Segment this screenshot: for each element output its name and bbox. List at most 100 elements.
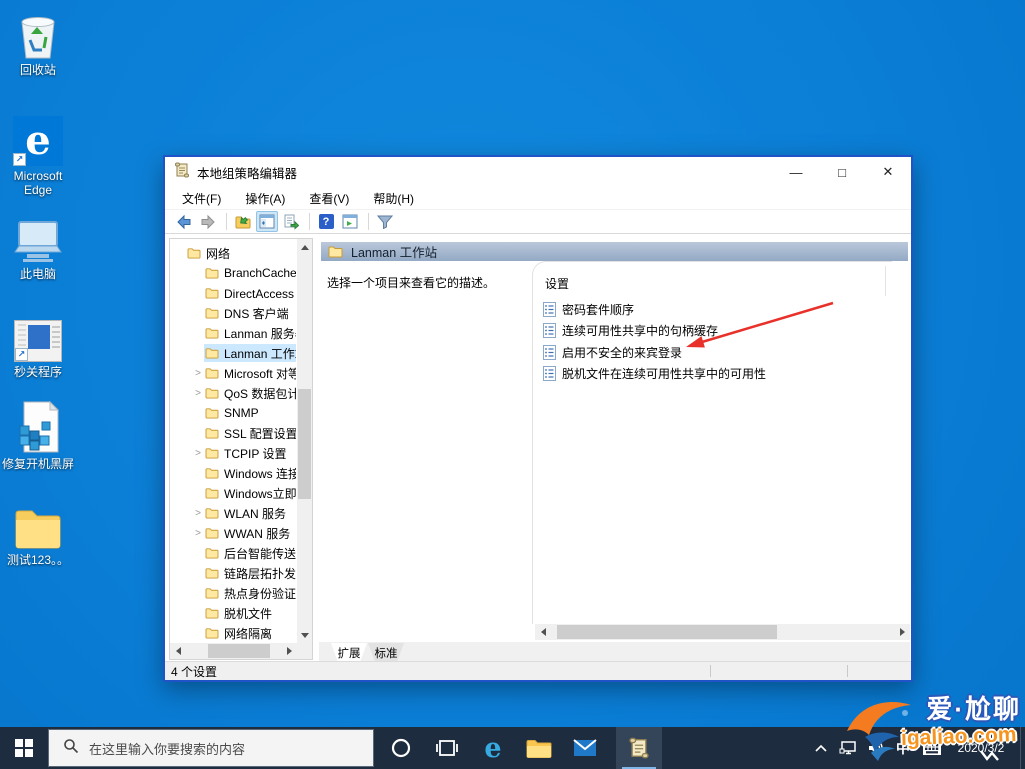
setting-item[interactable]: 脱机文件在连续可用性共享中的可用性 [543,364,766,384]
tree-item-label: Lanman 服务器 [224,325,296,342]
tree-item[interactable]: Lanman 服务器 [170,323,296,343]
title-bar[interactable]: 本地组策略编辑器 — □ ✕ [165,157,911,187]
ime-indicator[interactable]: 中 [890,727,916,769]
menu-file[interactable]: 文件(F) [179,188,224,209]
scroll-thumb[interactable] [298,389,311,499]
scroll-thumb[interactable] [208,644,270,658]
maximize-button[interactable]: □ [819,157,865,187]
menu-help[interactable]: 帮助(H) [370,188,417,209]
mail-button[interactable] [562,727,608,769]
speaker-icon[interactable] [862,727,890,769]
action-pane-icon[interactable] [339,211,361,232]
tree-item[interactable]: >WLAN 服务 [170,503,296,523]
tree-item[interactable]: 热点身份验证 [170,583,296,603]
tree-item[interactable]: >QoS 数据包计划程序 [170,383,296,403]
tree-item-label: Windows 连接管理器 [224,465,296,482]
cortana-button[interactable] [378,727,424,769]
chevron-right-icon[interactable]: > [192,508,204,519]
back-icon[interactable] [173,211,195,232]
tree-item[interactable]: Windows立即连接 [170,483,296,503]
tab-standard[interactable]: 标准 [368,643,404,662]
minimize-button[interactable]: — [773,157,819,187]
menu-view[interactable]: 查看(V) [306,188,352,209]
touch-keyboard-icon[interactable] [916,727,948,769]
results-horizontal-scrollbar[interactable] [535,624,910,640]
folder-icon [205,267,219,279]
network-icon[interactable] [834,727,862,769]
chevron-right-icon[interactable]: > [192,448,204,459]
edge-icon: e ↗ [0,112,81,166]
show-desktop-button[interactable] [1020,727,1025,769]
file-explorer-button[interactable] [516,727,562,769]
file-explorer-icon [526,738,552,759]
tree-item-label: 脱机文件 [224,605,272,622]
setting-item[interactable]: 连续可用性共享中的句柄缓存 [543,321,718,341]
registry-file-icon [0,402,81,454]
forward-icon[interactable] [197,211,219,232]
help-icon[interactable]: ? [315,211,337,232]
tree-item[interactable]: Lanman 工作站 [170,343,296,363]
folder-icon [205,627,219,639]
folder-icon [205,287,219,299]
scroll-left-button[interactable] [170,643,185,659]
desktop-icon-label: Microsoft Edge [3,169,73,197]
taskbar: 在这里输入你要搜索的内容 e [0,727,1025,769]
settings-column-header[interactable]: 设置 [545,275,569,292]
export-list-icon[interactable] [280,211,302,232]
search-icon [63,738,79,759]
tree-item[interactable]: >TCPIP 设置 [170,443,296,463]
tree-item[interactable]: DirectAccess 客户端 [170,283,296,303]
console-tree-toggle-icon[interactable] [256,211,278,232]
desktop-icon-this-pc[interactable]: 此电脑 [0,212,81,281]
tree-item[interactable]: 脱机文件 [170,603,296,623]
tray-chevron-up-icon[interactable] [808,727,834,769]
clock[interactable]: 2020/3/2 [948,727,1014,769]
task-view-button[interactable] [424,727,470,769]
desktop-icon-test-folder[interactable]: 测试123。。 [0,498,81,567]
desktop-icon-fix-black-screen[interactable]: 修复开机黑屏 [0,402,81,471]
tab-strip: 扩展 标准 [319,641,910,662]
desktop-icon-miaoguan[interactable]: ↗ 秒关程序 [0,310,81,379]
chevron-right-icon[interactable]: > [192,528,204,539]
chevron-right-icon[interactable]: > [192,388,204,399]
tree-item-label: WWAN 服务 [224,525,290,542]
tree-item[interactable]: BranchCache [170,263,296,283]
scroll-down-button[interactable] [297,628,312,643]
tree-item[interactable]: 网络 [170,243,296,263]
scroll-left-button[interactable] [535,624,550,640]
tree-vertical-scrollbar[interactable] [297,239,312,643]
start-button[interactable] [0,727,48,769]
this-pc-icon [0,212,81,264]
scroll-up-button[interactable] [297,239,312,254]
up-folder-icon[interactable] [232,211,254,232]
tree-item[interactable]: >Microsoft 对等网络 [170,363,296,383]
chevron-right-icon[interactable]: > [192,368,204,379]
menu-action[interactable]: 操作(A) [242,188,288,209]
tree-item[interactable]: 网络隔离 [170,623,296,643]
tree-item[interactable]: DNS 客户端 [170,303,296,323]
setting-item[interactable]: 密码套件顺序 [543,299,634,319]
edge-taskbar-button[interactable]: e [470,727,516,769]
scroll-right-button[interactable] [282,643,297,659]
desktop-icon-recycle-bin[interactable]: 回收站 [0,8,81,77]
desktop-icon-edge[interactable]: e ↗ Microsoft Edge [0,112,81,197]
group-policy-taskbar-button[interactable] [616,727,662,769]
search-input[interactable]: 在这里输入你要搜索的内容 [48,729,374,767]
folder-icon [205,467,219,479]
filter-icon[interactable] [374,211,396,232]
tree-item[interactable]: 后台智能传送服务 [170,543,296,563]
close-button[interactable]: ✕ [865,157,911,187]
tree-item[interactable]: > WWAN 服务 [170,523,296,543]
desktop: 回收站 e ↗ Microsoft Edge 此电脑 [0,0,1025,769]
desktop-icon-label: 回收站 [0,63,81,77]
tree-horizontal-scrollbar[interactable] [170,643,297,659]
tab-extended[interactable]: 扩展 [331,643,367,662]
setting-item[interactable]: 启用不安全的来宾登录 [543,342,682,362]
tree-item[interactable]: SNMP [170,403,296,423]
tree-item[interactable]: 链路层拓扑发现 [170,563,296,583]
tree-item[interactable]: Windows 连接管理器 [170,463,296,483]
gpedit-window: 本地组策略编辑器 — □ ✕ 文件(F) 操作(A) 查看(V) 帮助(H) [163,155,913,682]
tree-item[interactable]: SSL 配置设置 [170,423,296,443]
scroll-thumb[interactable] [557,625,777,639]
scroll-right-button[interactable] [895,624,910,640]
